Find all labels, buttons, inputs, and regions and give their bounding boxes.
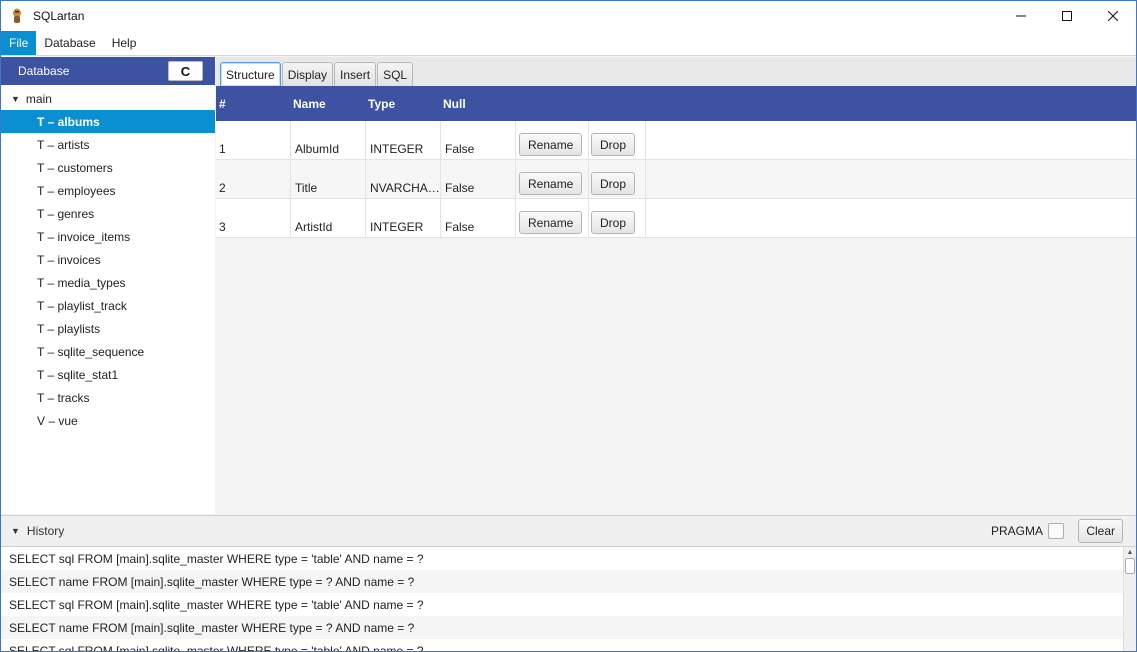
drop-button[interactable]: Drop — [591, 133, 636, 156]
cell-type: INTEGER — [365, 199, 440, 238]
refresh-button[interactable]: C — [168, 61, 203, 81]
menu-file[interactable]: File — [1, 31, 37, 55]
tab-insert[interactable]: Insert — [334, 62, 377, 86]
tab-display[interactable]: Display — [281, 62, 334, 86]
tree-item-employees[interactable]: T – employees — [1, 179, 215, 202]
tree-item-artists[interactable]: T – artists — [1, 133, 215, 156]
database-header: Database C — [1, 57, 215, 85]
title-bar: SQLartan — [1, 1, 1136, 31]
tree-item-playlists[interactable]: T – playlists — [1, 317, 215, 340]
menu-bar: File Database Help — [1, 31, 1136, 56]
tree-item-albums[interactable]: T – albums — [1, 110, 215, 133]
rename-button[interactable]: Rename — [519, 211, 583, 234]
history-entry[interactable]: SELECT name FROM [main].sqlite_master WH… — [1, 570, 1123, 593]
pragma-label: PRAGMA — [990, 524, 1043, 538]
tab-structure[interactable]: Structure — [220, 62, 281, 86]
history-bar: ▼ History PRAGMA Clear — [1, 515, 1136, 547]
tree-item-invoices[interactable]: T – invoices — [1, 248, 215, 271]
column-header-type[interactable]: Type — [368, 97, 395, 111]
structure-table-header: # Name Type Null — [216, 86, 1136, 121]
tree-root-label: main — [25, 91, 52, 106]
tab-sql[interactable]: SQL — [377, 62, 414, 86]
cell-type: INTEGER — [365, 121, 440, 160]
cell-null: False — [440, 199, 515, 238]
maximize-icon — [1062, 11, 1072, 21]
cell-number: 3 — [219, 220, 226, 234]
cell-name: AlbumId — [290, 121, 365, 160]
history-list: SELECT sql FROM [main].sqlite_master WHE… — [1, 547, 1123, 651]
database-panel: Database C ▼ main T – albums T – artists… — [1, 57, 215, 514]
tree-item-playlist-track[interactable]: T – playlist_track — [1, 294, 215, 317]
history-scrollbar[interactable]: ▲ — [1123, 547, 1136, 651]
tree-item-media-types[interactable]: T – media_types — [1, 271, 215, 294]
tree-item-vue[interactable]: V – vue — [1, 409, 215, 432]
column-header-name[interactable]: Name — [293, 97, 326, 111]
cell-divider — [645, 199, 646, 238]
tree-item-sqlite-sequence[interactable]: T – sqlite_sequence — [1, 340, 215, 363]
scroll-up-arrow-icon[interactable]: ▲ — [1124, 547, 1136, 557]
tree-item-sqlite-stat1[interactable]: T – sqlite_stat1 — [1, 363, 215, 386]
close-icon — [1108, 11, 1118, 21]
tree-root-main[interactable]: ▼ main — [1, 87, 215, 110]
structure-table-body: 1 AlbumId INTEGER False Rename Drop 2 Ti… — [216, 121, 1136, 238]
minimize-icon — [1016, 15, 1026, 17]
tree-item-genres[interactable]: T – genres — [1, 202, 215, 225]
tree-item-customers[interactable]: T – customers — [1, 156, 215, 179]
cell-null: False — [440, 160, 515, 199]
database-tree: ▼ main T – albums T – artists T – custom… — [1, 85, 215, 432]
history-entry[interactable]: SELECT sql FROM [main].sqlite_master WHE… — [1, 639, 1123, 651]
clear-history-button[interactable]: Clear — [1078, 519, 1123, 543]
column-header-null[interactable]: Null — [443, 97, 466, 111]
rename-button[interactable]: Rename — [519, 133, 583, 156]
drop-button[interactable]: Drop — [591, 211, 636, 234]
collapse-triangle-icon[interactable]: ▼ — [11, 526, 20, 536]
cell-divider — [645, 160, 646, 199]
cell-name: Title — [290, 160, 365, 199]
database-header-label: Database — [18, 64, 70, 78]
scrollbar-thumb[interactable] — [1125, 558, 1135, 574]
cell-type: NVARCHA… — [365, 160, 440, 199]
history-entry[interactable]: SELECT sql FROM [main].sqlite_master WHE… — [1, 593, 1123, 616]
main-panel: Structure Display Insert SQL # Name Type… — [216, 57, 1136, 514]
history-entry[interactable]: SELECT sql FROM [main].sqlite_master WHE… — [1, 547, 1123, 570]
app-window: SQLartan File Database Help Database C ▼ — [0, 0, 1137, 652]
pragma-toggle: PRAGMA — [991, 523, 1064, 539]
close-button[interactable] — [1090, 1, 1136, 31]
table-row[interactable]: 1 AlbumId INTEGER False Rename Drop — [216, 121, 1136, 160]
tree-item-tracks[interactable]: T – tracks — [1, 386, 215, 409]
tab-bar: Structure Display Insert SQL — [216, 57, 1136, 86]
cell-number: 1 — [219, 142, 226, 156]
expand-triangle-icon[interactable]: ▼ — [11, 94, 20, 104]
maximize-button[interactable] — [1044, 1, 1090, 31]
history-toggle[interactable]: ▼ History — [1, 524, 64, 538]
table-row[interactable]: 3 ArtistId INTEGER False Rename Drop — [216, 199, 1136, 238]
app-logo-icon — [10, 8, 26, 24]
cell-null: False — [440, 121, 515, 160]
pragma-checkbox[interactable] — [1048, 523, 1064, 539]
menu-help[interactable]: Help — [104, 31, 145, 55]
window-title: SQLartan — [33, 9, 85, 23]
tree-item-invoice-items[interactable]: T – invoice_items — [1, 225, 215, 248]
menu-database[interactable]: Database — [36, 31, 103, 55]
column-header-number[interactable]: # — [219, 97, 226, 111]
history-label: History — [26, 524, 65, 538]
cell-divider — [645, 121, 646, 160]
history-entry[interactable]: SELECT name FROM [main].sqlite_master WH… — [1, 616, 1123, 639]
drop-button[interactable]: Drop — [591, 172, 636, 195]
minimize-button[interactable] — [998, 1, 1044, 31]
rename-button[interactable]: Rename — [519, 172, 583, 195]
cell-name: ArtistId — [290, 199, 365, 238]
table-row[interactable]: 2 Title NVARCHA… False Rename Drop — [216, 160, 1136, 199]
window-controls — [998, 1, 1136, 31]
cell-number: 2 — [219, 181, 226, 195]
